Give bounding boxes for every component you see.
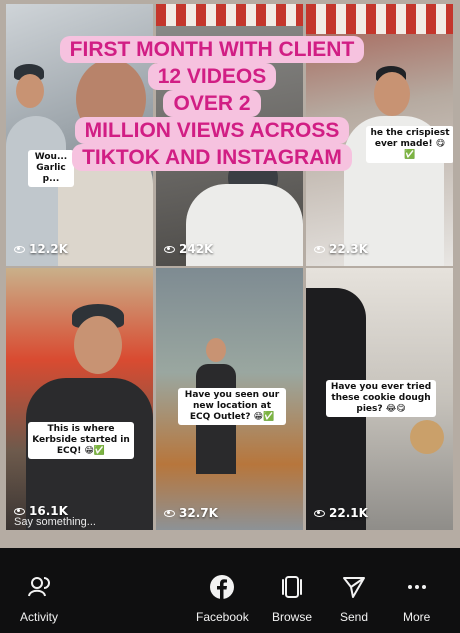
- headline-overlay: FIRST MONTH WITH CLIENT 12 VIDEOS OVER 2…: [40, 36, 384, 171]
- view-count: 22.3K: [314, 242, 368, 256]
- view-count-label: 22.3K: [329, 242, 368, 256]
- video-tile[interactable]: This is where Kerbside started in ECQ! 😁…: [6, 268, 153, 530]
- video-tile[interactable]: Have you seen our new location at ECQ Ou…: [156, 268, 303, 530]
- nav-send-label: Send: [340, 610, 369, 624]
- nav-browse[interactable]: Browse: [272, 574, 312, 624]
- nav-activity[interactable]: Activity: [20, 574, 58, 624]
- comment-input[interactable]: Say something...: [14, 516, 96, 528]
- headline-line: TIKTOK AND INSTAGRAM: [72, 144, 352, 171]
- video-caption: Have you ever tried these cookie dough p…: [326, 380, 436, 417]
- eye-icon: [314, 509, 325, 517]
- person-head: [206, 338, 226, 362]
- nav-activity-label: Activity: [20, 610, 59, 624]
- awning: [306, 4, 453, 34]
- nav-browse-label: Browse: [272, 610, 313, 624]
- activity-icon: [28, 577, 50, 597]
- view-count: 12.2K: [14, 242, 68, 256]
- video-caption: This is where Kerbside started in ECQ! 😁…: [28, 422, 134, 459]
- headline-line: 12 VIDEOS: [147, 63, 277, 90]
- video-caption: Have you seen our new location at ECQ Ou…: [178, 388, 286, 425]
- nav-facebook-label: Facebook: [196, 610, 249, 624]
- view-count-label: 12.2K: [29, 242, 68, 256]
- nav-facebook[interactable]: Facebook: [196, 574, 249, 624]
- nav-more-label: More: [403, 610, 431, 624]
- headline-line: OVER 2: [163, 90, 261, 117]
- view-count: 242K: [164, 242, 213, 256]
- view-count-label: 242K: [179, 242, 214, 256]
- send-icon: [343, 577, 366, 598]
- bottom-nav-bar: Activity Facebook Browse Send More: [0, 548, 460, 633]
- eye-icon: [14, 507, 25, 515]
- eye-icon: [164, 509, 175, 517]
- video-tile[interactable]: Have you ever tried these cookie dough p…: [306, 268, 453, 530]
- awning: [156, 4, 303, 26]
- headline-line: MILLION VIEWS ACROSS: [74, 117, 350, 144]
- video-grid-frame: Wou... Garlic p... 12.2K 242K he the cri…: [0, 0, 460, 548]
- view-count-label: 22.1K: [329, 506, 368, 520]
- eye-icon: [164, 245, 175, 253]
- nav-more[interactable]: More: [403, 574, 430, 624]
- browse-icon: [282, 576, 302, 598]
- person-head: [74, 316, 122, 374]
- cookie-pie: [410, 420, 444, 454]
- facebook-icon: [210, 575, 235, 599]
- eye-icon: [314, 245, 325, 253]
- view-count: 32.7K: [164, 506, 218, 520]
- more-icon: [407, 585, 426, 589]
- eye-icon: [14, 245, 25, 253]
- view-count: 22.1K: [314, 506, 368, 520]
- view-count-label: 32.7K: [179, 506, 218, 520]
- nav-send[interactable]: Send: [340, 574, 368, 624]
- headline-line: FIRST MONTH WITH CLIENT: [59, 36, 365, 63]
